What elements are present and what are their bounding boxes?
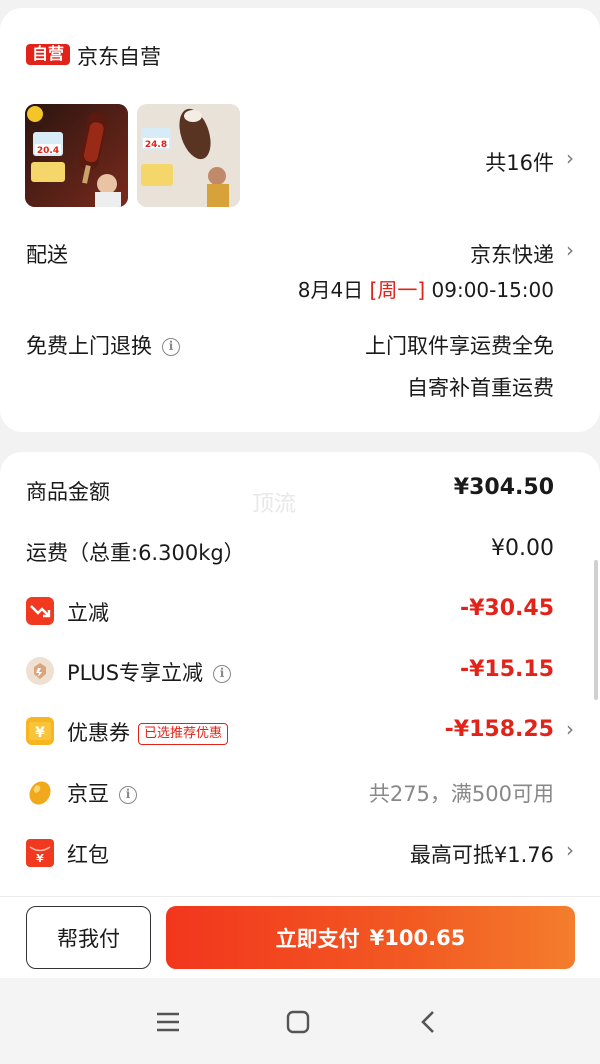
chevron-right-icon[interactable]: › xyxy=(566,838,574,862)
home-icon[interactable] xyxy=(278,1004,318,1040)
store-name: 京东自营 xyxy=(77,45,161,69)
delivery-carrier[interactable]: 京东快递 xyxy=(470,239,554,269)
back-icon[interactable] xyxy=(408,1004,448,1040)
discount-value: -¥30.45 xyxy=(459,596,554,621)
discount-label: 立减 xyxy=(67,601,109,625)
info-icon[interactable]: i xyxy=(213,665,232,683)
plus-badge-icon xyxy=(26,657,54,685)
plus-discount-label-row: PLUS专享立减 i xyxy=(67,657,232,687)
coupon-yen-icon: ¥ xyxy=(26,717,54,745)
scrollbar[interactable] xyxy=(594,560,598,700)
returns-line-2: 自寄补首重运费 xyxy=(407,376,554,400)
delivery-label: 配送 xyxy=(26,243,68,267)
svg-text:¥: ¥ xyxy=(35,725,45,741)
shipping-value: ¥0.00 xyxy=(491,536,554,561)
pay-now-label: 立即支付 xyxy=(275,926,360,951)
delivery-weekday: [周一] xyxy=(369,278,426,302)
chevron-right-icon[interactable]: › xyxy=(566,238,574,262)
chevron-right-icon[interactable]: › xyxy=(566,717,574,741)
chevron-right-icon[interactable]: › xyxy=(566,146,574,170)
goods-amount-value: ¥304.50 xyxy=(453,475,554,500)
pay-now-amount: ¥100.65 xyxy=(369,925,466,950)
help-me-pay-button[interactable]: 帮我付 xyxy=(26,906,151,969)
plus-discount-label: PLUS专享立减 xyxy=(67,661,204,685)
self-operated-badge: 自营 xyxy=(26,44,71,65)
coupon-value[interactable]: -¥158.25 xyxy=(445,717,554,742)
red-packet-label: 红包 xyxy=(67,843,109,867)
beans-label-row: 京豆 i xyxy=(67,778,137,808)
info-icon[interactable]: i xyxy=(119,786,137,804)
coupon-label-row[interactable]: 优惠券 已选推荐优惠 xyxy=(67,717,229,747)
jd-bean-icon xyxy=(26,778,54,806)
delivery-date: 8月4日 xyxy=(297,278,364,302)
beans-value: 共275，满500可用 xyxy=(368,782,554,806)
delivery-time[interactable]: 8月4日 [周一] 09:00-15:00 xyxy=(298,274,554,303)
plus-discount-value: -¥15.15 xyxy=(459,657,554,682)
order-info-card: 自营 京东自营 20.4 24.8 共16件 › 配送 京东快递 › 8月4日 … xyxy=(0,8,600,432)
ice-cream-image-2: 24.8 xyxy=(137,104,240,207)
svg-text:¥: ¥ xyxy=(36,852,44,865)
watermark-text: 顶流 xyxy=(252,492,297,517)
pay-now-button[interactable]: 立即支付 ¥100.65 xyxy=(166,906,575,969)
menu-icon[interactable] xyxy=(148,1004,188,1040)
returns-label-row: 免费上门退换 i xyxy=(26,330,180,360)
svg-text:20.4: 20.4 xyxy=(37,146,59,156)
product-count[interactable]: 共16件 xyxy=(485,147,554,177)
coupon-label: 优惠券 xyxy=(67,721,130,745)
info-icon[interactable]: i xyxy=(162,338,180,356)
ice-cream-image-1: 20.4 xyxy=(25,104,128,207)
delivery-timeslot: 09:00-15:00 xyxy=(431,278,555,302)
system-nav-bar xyxy=(0,978,600,1064)
coupon-recommended-tag: 已选推荐优惠 xyxy=(138,723,229,745)
bottom-action-bar: 帮我付 立即支付 ¥100.65 xyxy=(0,896,600,978)
svg-text:24.8: 24.8 xyxy=(145,140,167,150)
top-sliver xyxy=(0,0,600,8)
returns-label: 免费上门退换 xyxy=(26,334,152,358)
red-packet-value[interactable]: 最高可抵¥1.76 xyxy=(410,839,554,869)
product-thumbnail-1[interactable]: 20.4 xyxy=(25,104,128,207)
goods-amount-label: 商品金额 xyxy=(26,480,110,504)
returns-line-1: 上门取件享运费全免 xyxy=(365,334,554,358)
product-thumbnail-2[interactable]: 24.8 xyxy=(137,104,240,207)
trend-down-icon xyxy=(26,597,54,625)
shipping-label: 运费（总重:6.300kg） xyxy=(26,541,245,565)
red-packet-icon: ¥ xyxy=(26,839,54,867)
beans-label: 京豆 xyxy=(67,782,109,806)
